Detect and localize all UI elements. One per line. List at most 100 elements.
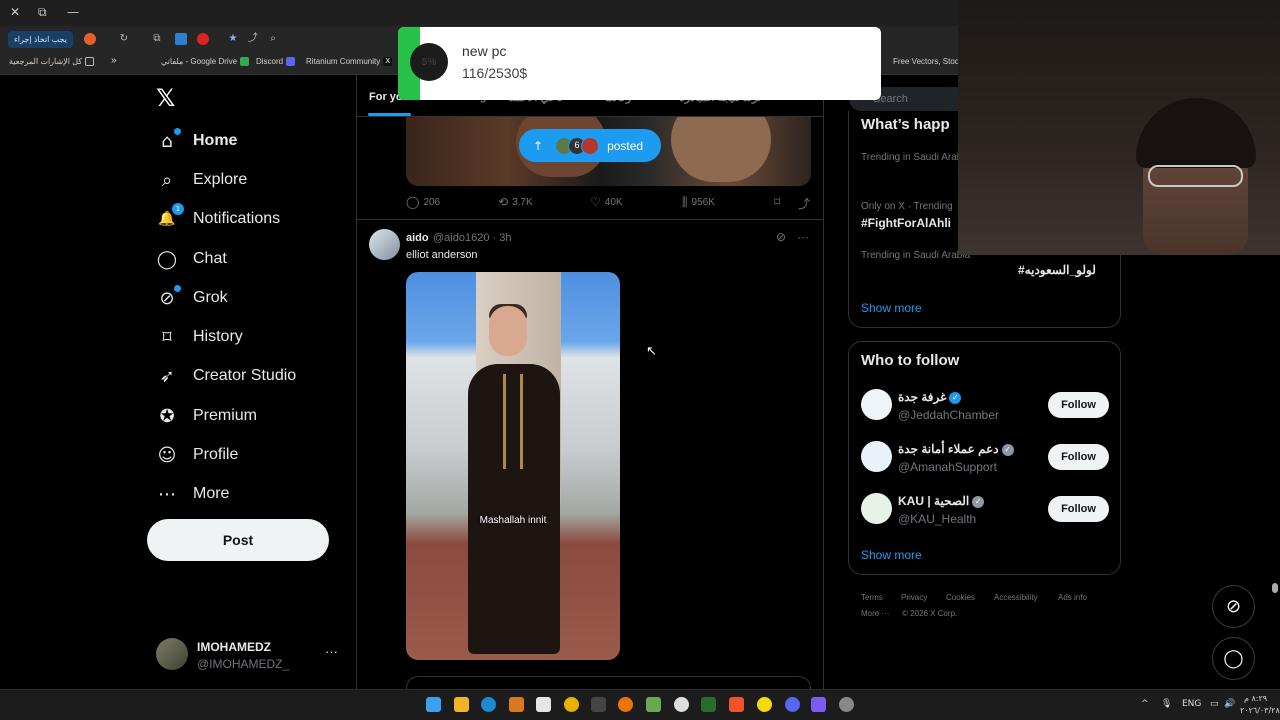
post-button[interactable]: Post <box>147 519 329 561</box>
extension-icon[interactable] <box>84 33 96 45</box>
tweet-avatar[interactable] <box>369 229 400 260</box>
webcam-overlay <box>958 0 1280 255</box>
bookmark-button[interactable]: ⌑ <box>774 195 780 209</box>
chrome-icon[interactable] <box>564 697 579 712</box>
trends-show-more[interactable]: Show more <box>861 301 922 315</box>
bookmark-ritanium[interactable]: Ritanium Community X <box>306 57 393 67</box>
nav-explore[interactable]: ⌕ Explore <box>156 165 247 195</box>
tweet-meta[interactable]: @aido1620 · 3h <box>433 232 511 244</box>
action-required-pill[interactable]: يجب اتخاذ إجراء <box>8 31 73 48</box>
suggestion-avatar[interactable] <box>861 389 892 420</box>
new-posts-pill[interactable]: ↑ 6 posted <box>519 129 661 162</box>
calculator-icon[interactable] <box>591 697 606 712</box>
nav-more[interactable]: ⋯ More <box>156 479 229 509</box>
footer-privacy[interactable]: Privacy <box>901 593 927 602</box>
footer-accessibility[interactable]: Accessibility <box>994 593 1038 602</box>
minimize-icon[interactable]: — <box>67 5 79 19</box>
brave-icon[interactable] <box>729 697 744 712</box>
network-icon[interactable]: ▭ <box>1210 699 1219 709</box>
discord-icon[interactable] <box>785 697 800 712</box>
account-handle[interactable]: @IMOHAMEDZ_ <box>197 657 289 671</box>
suggestion-avatar[interactable] <box>861 441 892 472</box>
like-button[interactable]: ♡ 40K <box>590 195 623 209</box>
suggestion-name[interactable]: غرفة جدة ✓ <box>898 390 962 404</box>
trend-context[interactable]: Trending in Saudi Arab <box>861 152 962 163</box>
x-logo-icon[interactable]: 𝕏 <box>156 84 175 112</box>
store-icon[interactable] <box>536 697 551 712</box>
trend-name[interactable]: #FightForAlAhli <box>861 216 951 230</box>
nav-grok[interactable]: ⊘ Grok <box>156 283 228 313</box>
restore-icon[interactable]: ⧉ <box>38 5 47 20</box>
messages-fab-icon[interactable]: ◯ <box>1212 637 1255 680</box>
nav-home[interactable]: ⌂ Home <box>156 126 237 156</box>
mouse-cursor-icon: ↖ <box>646 344 657 359</box>
repost-button[interactable]: ⟲ 3.7K <box>498 195 533 209</box>
share-icon[interactable]: ⤴ <box>247 33 259 45</box>
footer-more[interactable]: More ··· <box>861 609 889 618</box>
footer-cookies[interactable]: Cookies <box>946 593 975 602</box>
trend-name[interactable]: #لولو_السعوديه <box>1018 263 1096 277</box>
blender-icon[interactable] <box>618 697 633 712</box>
language-indicator[interactable]: ENG <box>1182 699 1201 709</box>
zoom-icon[interactable]: ⌕ <box>267 33 279 45</box>
minecraft-icon[interactable] <box>646 697 661 712</box>
trend-context[interactable]: Trending in Saudi Arabia <box>861 250 970 261</box>
nav-notifications[interactable]: 🔔 1 Notifications <box>156 203 280 234</box>
illustrator-icon[interactable] <box>509 697 524 712</box>
grok-fab-icon[interactable]: ⊘ <box>1212 585 1255 628</box>
scrollbar-thumb[interactable] <box>1272 583 1278 593</box>
star-icon[interactable]: ★ <box>227 33 239 45</box>
file-explorer-icon[interactable] <box>454 697 469 712</box>
tab-icon[interactable] <box>175 33 187 45</box>
nav-creator-studio[interactable]: ➶ Creator Studio <box>156 361 296 391</box>
nav-chat[interactable]: ◯ Chat <box>156 244 227 274</box>
volume-icon[interactable]: 🔊 <box>1224 699 1235 709</box>
reply-button[interactable]: ◯ 206 <box>406 195 440 209</box>
tweet-media-image[interactable]: Mashallah innit <box>406 272 620 660</box>
terminal-icon[interactable] <box>701 697 716 712</box>
app-icon[interactable] <box>674 697 689 712</box>
follow-button[interactable]: Follow <box>1048 392 1109 418</box>
reload-icon[interactable]: ↻ <box>118 33 130 45</box>
footer-terms[interactable]: Terms <box>861 593 883 602</box>
nav-history[interactable]: ⌑ History <box>156 322 242 352</box>
nav-profile[interactable]: ☺ Profile <box>156 440 239 470</box>
app-icon[interactable] <box>811 697 826 712</box>
suggestion-name[interactable]: KAU | الصحية ✓ <box>898 494 985 508</box>
suggestion-handle[interactable]: @JeddahChamber <box>898 408 999 422</box>
microphone-icon[interactable]: 🎙 <box>1161 699 1172 709</box>
app-icon[interactable] <box>757 697 772 712</box>
footer-ads-info[interactable]: Ads info <box>1058 593 1087 602</box>
nav-explore-label: Explore <box>193 171 248 188</box>
bookmark-discord[interactable]: Discord <box>256 57 296 67</box>
suggestion-handle[interactable]: @KAU_Health <box>898 512 976 526</box>
clock-time[interactable]: ٨:٢٩ م <box>1244 694 1267 703</box>
windows-start-icon[interactable] <box>426 697 441 712</box>
tweet-more-icon[interactable]: ··· <box>797 230 809 244</box>
trend-context[interactable]: Only on X · Trending <box>861 201 953 212</box>
close-icon[interactable]: ✕ <box>10 5 20 19</box>
grok-explain-icon[interactable]: ⊘ <box>776 230 786 244</box>
share-button[interactable]: ⤴ <box>798 195 810 212</box>
app-icon[interactable] <box>839 697 854 712</box>
follow-button[interactable]: Follow <box>1048 496 1109 522</box>
suggestion-avatar[interactable] <box>861 493 892 524</box>
account-name[interactable]: IMOHAMEDZ <box>197 640 271 654</box>
views-button[interactable]: ⫼ 956K <box>682 195 715 210</box>
suggestion-name[interactable]: دعم عملاء أمانة جدة ✓ <box>898 442 1014 456</box>
bookmarks-overflow-icon[interactable]: » <box>111 55 117 66</box>
bookmark-google-drive[interactable]: ملفاتي - Google Drive <box>161 57 250 67</box>
who-to-follow-show-more[interactable]: Show more <box>861 548 922 562</box>
tray-overflow-icon[interactable]: ^ <box>1141 699 1149 709</box>
account-avatar[interactable] <box>156 638 188 670</box>
suggestion-handle[interactable]: @AmanahSupport <box>898 460 997 474</box>
tweet-author-name[interactable]: aido <box>406 232 429 244</box>
extensions-icon[interactable]: ⧉ <box>151 33 163 45</box>
clock-date[interactable]: ٢٠٢٦/٠٣/٢٨ <box>1240 706 1280 715</box>
bookmark-all[interactable]: كل الإشارات المرجعية <box>9 57 95 67</box>
nav-premium[interactable]: ✪ Premium <box>156 401 257 431</box>
record-icon[interactable] <box>197 33 209 45</box>
follow-button[interactable]: Follow <box>1048 444 1109 470</box>
edge-icon[interactable] <box>481 697 496 712</box>
account-more-icon[interactable]: ··· <box>325 644 338 659</box>
